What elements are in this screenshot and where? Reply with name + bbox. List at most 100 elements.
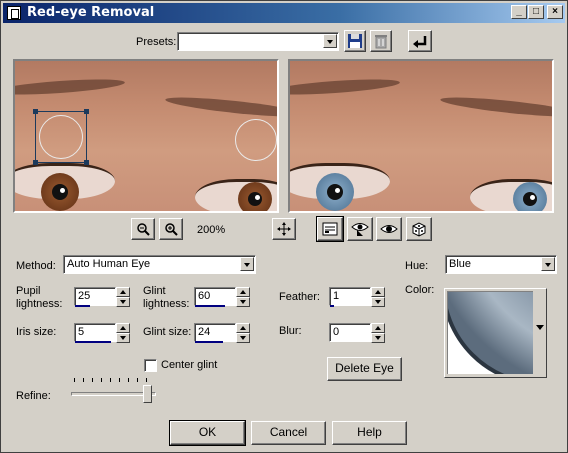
hue-value: Blue	[449, 258, 472, 270]
face-image-after	[290, 61, 552, 211]
selection-handle[interactable]	[84, 109, 89, 114]
spin-down-arrow-icon[interactable]	[236, 297, 250, 307]
presets-label: Presets:	[136, 36, 177, 48]
pan-button[interactable]	[272, 218, 296, 240]
selection-handle[interactable]	[84, 160, 89, 165]
eye-proof-icon	[351, 223, 369, 236]
move-icon	[277, 222, 291, 236]
spin-up-arrow-icon[interactable]	[236, 323, 250, 333]
spin-up-arrow-icon[interactable]	[371, 323, 385, 333]
glint-lightness-level-bar	[195, 305, 225, 307]
method-label: Method:	[16, 260, 56, 272]
eye-icon	[380, 225, 398, 233]
glint-size-input[interactable]: 24	[194, 323, 236, 342]
color-picker[interactable]	[444, 288, 547, 378]
iris-size-label: Iris size:	[16, 326, 57, 338]
help-label: Help	[357, 425, 382, 439]
blur-value: 0	[333, 326, 340, 338]
spin-up-arrow-icon[interactable]	[371, 287, 385, 297]
save-icon	[348, 34, 362, 48]
minimize-button[interactable]: _	[511, 5, 527, 19]
trash-icon	[375, 35, 387, 49]
spin-up-arrow-icon[interactable]	[116, 287, 130, 297]
ok-button[interactable]: OK	[169, 420, 246, 446]
show-preview-button[interactable]	[316, 216, 344, 242]
blur-input[interactable]: 0	[329, 323, 371, 342]
maximize-button[interactable]: □	[528, 5, 544, 19]
presets-dropdown[interactable]	[177, 32, 339, 51]
hue-label: Hue:	[405, 260, 429, 272]
save-preset-button[interactable]	[344, 30, 366, 52]
spin-down-arrow-icon[interactable]	[371, 297, 385, 307]
color-swatch[interactable]	[447, 291, 533, 374]
reset-arrow-icon	[413, 36, 427, 48]
glint-size-label: Glint size:	[143, 326, 192, 338]
eye-selection-circle[interactable]	[39, 115, 83, 159]
glint-lightness-input[interactable]: 60	[194, 287, 236, 306]
preview-window-icon	[322, 222, 338, 236]
zoom-in-icon	[165, 223, 178, 236]
help-button[interactable]: Help	[332, 421, 407, 445]
before-preview[interactable]	[13, 59, 279, 213]
zoom-in-button[interactable]	[159, 218, 183, 240]
eye-selection-circle-2[interactable]	[235, 119, 277, 161]
chevron-down-icon[interactable]	[323, 34, 337, 48]
glint-lightness-label-line2: lightness:	[143, 298, 190, 310]
close-button[interactable]: ×	[547, 5, 563, 19]
spin-up-arrow-icon[interactable]	[236, 287, 250, 297]
cancel-button[interactable]: Cancel	[251, 421, 326, 445]
caret-down-icon[interactable]	[536, 325, 544, 330]
ok-label: OK	[198, 425, 217, 439]
glint-size-level-bar	[195, 341, 223, 343]
delete-preset-button[interactable]	[370, 30, 392, 52]
zoom-level: 200%	[197, 224, 226, 236]
method-value: Auto Human Eye	[67, 258, 151, 270]
refine-slider-thumb[interactable]	[143, 385, 152, 403]
spin-down-arrow-icon[interactable]	[371, 333, 385, 343]
iris-size-level-bar	[75, 341, 111, 343]
center-glint-label[interactable]: Center glint	[161, 359, 217, 371]
after-preview	[288, 59, 554, 213]
randomize-button[interactable]	[406, 217, 432, 241]
chevron-down-icon[interactable]	[541, 257, 555, 271]
chevron-down-icon[interactable]	[240, 257, 254, 271]
zoom-out-button[interactable]	[131, 218, 155, 240]
pupil-lightness-value: 25	[78, 290, 91, 302]
feather-level-bar	[330, 305, 334, 307]
spin-down-arrow-icon[interactable]	[236, 333, 250, 343]
title-bar[interactable]: Red-eye Removal _ □ ×	[3, 3, 565, 23]
auto-proof-button[interactable]	[376, 217, 402, 241]
selection-handle[interactable]	[33, 109, 38, 114]
feather-input[interactable]: 1	[329, 287, 371, 306]
proof-button[interactable]	[347, 217, 373, 241]
center-glint-checkbox[interactable]	[144, 359, 157, 372]
delete-eye-button[interactable]: Delete Eye	[327, 357, 402, 381]
pupil-lightness-level-bar	[75, 305, 90, 307]
window-title: Red-eye Removal	[27, 5, 155, 20]
feather-label: Feather:	[279, 291, 320, 303]
cancel-label: Cancel	[269, 425, 308, 439]
pupil-lightness-label-line1: Pupil	[16, 285, 41, 297]
selection-handle[interactable]	[33, 160, 38, 165]
pupil-lightness-label-line2: lightness:	[16, 298, 63, 310]
red-eye-removal-dialog: Red-eye Removal _ □ × Presets: 200% Meth…	[0, 0, 568, 453]
iris-size-value: 5	[78, 326, 85, 338]
glint-size-value: 24	[198, 326, 211, 338]
spin-up-arrow-icon[interactable]	[116, 323, 130, 333]
method-dropdown[interactable]: Auto Human Eye	[63, 255, 256, 274]
dice-icon	[412, 222, 426, 237]
feather-value: 1	[333, 290, 340, 302]
refine-label: Refine:	[16, 390, 51, 402]
iris-texture-preview	[448, 292, 533, 374]
glint-lightness-value: 60	[198, 290, 211, 302]
reset-button[interactable]	[408, 30, 432, 52]
hue-dropdown[interactable]: Blue	[445, 255, 557, 274]
spin-down-arrow-icon[interactable]	[116, 297, 130, 307]
pupil-lightness-input[interactable]: 25	[74, 287, 116, 306]
zoom-out-icon	[137, 223, 150, 236]
iris-size-input[interactable]: 5	[74, 323, 116, 342]
spin-down-arrow-icon[interactable]	[116, 333, 130, 343]
app-icon	[7, 6, 21, 20]
glint-lightness-label-line1: Glint	[143, 285, 166, 297]
blur-label: Blur:	[279, 325, 302, 337]
